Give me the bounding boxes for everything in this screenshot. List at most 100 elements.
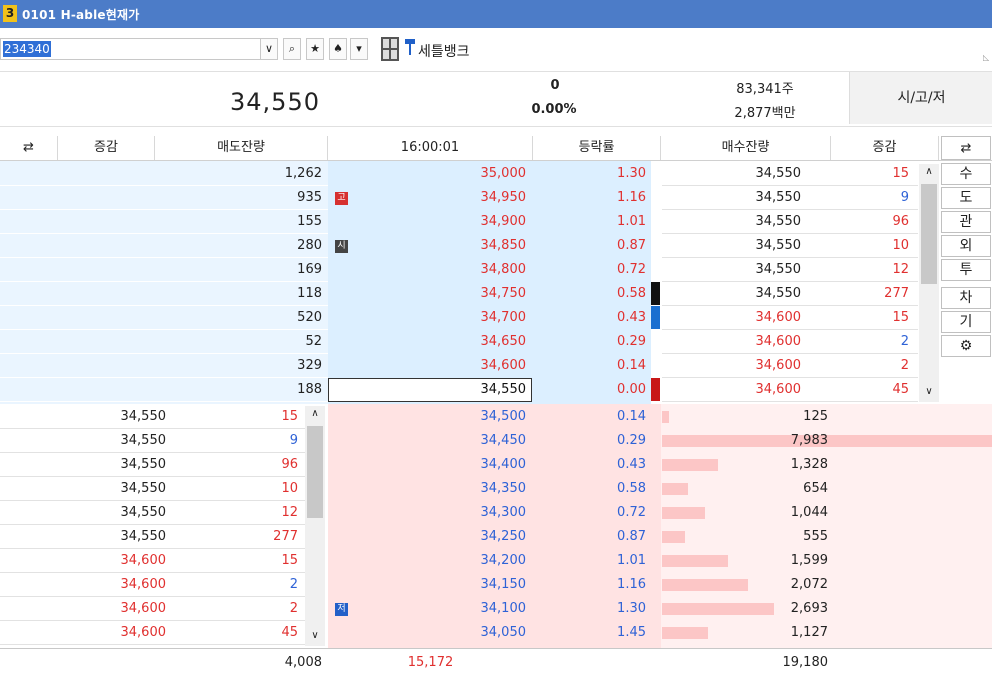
ask-price[interactable]: 34,750 bbox=[340, 282, 527, 306]
bid-qty: 1,599 bbox=[790, 553, 828, 568]
bid-qty: 2,693 bbox=[790, 601, 828, 616]
bid-rate: 1.45 bbox=[617, 625, 646, 640]
ask-price[interactable]: 34,600 bbox=[340, 354, 527, 378]
bid-price[interactable]: 34,150 bbox=[340, 573, 527, 597]
side-button-foreign[interactable]: 외 bbox=[941, 235, 991, 257]
header-ask-qty: 매도잔량 bbox=[155, 136, 328, 160]
refresh-right-icon[interactable]: ⇄ bbox=[941, 136, 991, 160]
scroll-thumb[interactable] bbox=[921, 184, 937, 284]
ask-price[interactable]: 34,900 bbox=[340, 210, 527, 234]
pin-icon[interactable] bbox=[405, 39, 415, 59]
trade-price: 34,600 bbox=[755, 334, 802, 349]
header-right-change: 증감 bbox=[831, 136, 939, 160]
ask-qty: 188 bbox=[297, 382, 322, 397]
ask-price[interactable]: 34,850 bbox=[340, 234, 527, 258]
ask-price[interactable]: 35,000 bbox=[340, 162, 527, 186]
price-change-rate: 0.00% bbox=[531, 102, 577, 117]
ask-total: 4,008 bbox=[284, 655, 322, 670]
header-time: 16:00:01 bbox=[328, 136, 533, 160]
bid-price[interactable]: 34,300 bbox=[340, 501, 527, 525]
side-button-investor[interactable]: 투 bbox=[941, 259, 991, 281]
bid-qty: 555 bbox=[803, 529, 828, 544]
ask-price[interactable]: 34,800 bbox=[340, 258, 527, 282]
trade-price: 34,550 bbox=[755, 286, 802, 301]
open-high-low-button[interactable]: 시/고/저 bbox=[849, 72, 992, 124]
bid-price[interactable]: 34,100 bbox=[340, 597, 527, 621]
qty-difference: 15,172 bbox=[407, 655, 454, 670]
ask-qty: 520 bbox=[297, 310, 322, 325]
ask-qty: 169 bbox=[297, 262, 322, 277]
ask-rate: 0.14 bbox=[617, 358, 646, 373]
ask-qty: 1,262 bbox=[284, 166, 322, 181]
ask-rate: 0.00 bbox=[617, 382, 646, 397]
bid-price[interactable]: 34,050 bbox=[340, 621, 527, 645]
trade-volume: 83,341주 bbox=[736, 82, 794, 97]
bid-qty: 2,072 bbox=[790, 577, 828, 592]
stock-code-input[interactable]: 234340 bbox=[0, 38, 278, 60]
bid-qty: 7,983 bbox=[790, 433, 828, 448]
trade-price: 34,550 bbox=[120, 457, 167, 472]
bid-qty: 125 bbox=[803, 409, 828, 424]
side-button-sell[interactable]: 수 bbox=[941, 163, 991, 185]
bid-price[interactable]: 34,200 bbox=[340, 549, 527, 573]
trades-left-scrollbar[interactable]: ∧ ∨ bbox=[305, 406, 325, 646]
trade-qty: 15 bbox=[892, 166, 909, 181]
favorite-star-icon[interactable]: ★ bbox=[306, 38, 324, 60]
bid-rate: 0.72 bbox=[617, 505, 646, 520]
trade-qty: 96 bbox=[281, 457, 298, 472]
bid-price[interactable]: 34,350 bbox=[340, 477, 527, 501]
side-button-chart[interactable]: 차 bbox=[941, 287, 991, 309]
stock-name: 세틀뱅크 bbox=[418, 44, 470, 60]
trade-qty: 15 bbox=[281, 553, 298, 568]
bid-total: 19,180 bbox=[782, 655, 829, 670]
menu-dropdown-button[interactable]: ▾ bbox=[350, 38, 368, 60]
ask-rate: 1.30 bbox=[617, 166, 646, 181]
bid-price[interactable]: 34,400 bbox=[340, 453, 527, 477]
ask-price[interactable]: 34,650 bbox=[340, 330, 527, 354]
side-button-other[interactable]: 기 bbox=[941, 311, 991, 333]
toolbar: 234340 ∨ ⌕ ★ ♠ ▾ 세틀뱅크 ◺ bbox=[0, 35, 992, 65]
trade-price: 34,550 bbox=[120, 409, 167, 424]
trade-qty: 9 bbox=[289, 433, 298, 448]
trade-qty: 277 bbox=[273, 529, 298, 544]
trade-price: 34,550 bbox=[755, 214, 802, 229]
scroll-up-icon[interactable]: ∧ bbox=[305, 408, 325, 419]
stock-code-text: 234340 bbox=[3, 41, 51, 57]
trade-price: 34,550 bbox=[755, 262, 802, 277]
trade-qty: 12 bbox=[892, 262, 909, 277]
bid-rate: 1.30 bbox=[617, 601, 646, 616]
trades-right-scrollbar[interactable]: ∧ ∨ bbox=[919, 164, 939, 402]
ask-price[interactable]: 34,700 bbox=[340, 306, 527, 330]
ask-rate: 1.16 bbox=[617, 190, 646, 205]
search-icon[interactable]: ⌕ bbox=[283, 38, 301, 60]
trade-qty: 2 bbox=[900, 334, 909, 349]
trade-qty: 10 bbox=[892, 238, 909, 253]
bid-price[interactable]: 34,250 bbox=[340, 525, 527, 549]
marker-bar-black bbox=[651, 282, 660, 305]
bid-qty: 1,328 bbox=[790, 457, 828, 472]
price-marker-badge: 시 bbox=[335, 240, 348, 253]
bid-qty: 1,127 bbox=[790, 625, 828, 640]
bid-price[interactable]: 34,450 bbox=[340, 429, 527, 453]
scroll-up-icon[interactable]: ∧ bbox=[919, 166, 939, 177]
settings-gear-icon[interactable]: ⚙ bbox=[941, 335, 991, 357]
refresh-left-icon[interactable]: ⇄ bbox=[0, 136, 58, 160]
side-button-buy-label[interactable]: 도 bbox=[941, 187, 991, 209]
trade-price: 34,550 bbox=[755, 166, 802, 181]
scroll-down-icon[interactable]: ∨ bbox=[919, 386, 939, 397]
code-dropdown-button[interactable]: ∨ bbox=[260, 38, 278, 60]
side-button-institution[interactable]: 관 bbox=[941, 211, 991, 233]
scroll-down-icon[interactable]: ∨ bbox=[305, 630, 325, 641]
window-number: 3 bbox=[3, 5, 17, 22]
bid-price[interactable]: 34,500 bbox=[340, 405, 527, 429]
bid-rate: 1.16 bbox=[617, 577, 646, 592]
ask-qty: 280 bbox=[297, 238, 322, 253]
bid-rate: 0.14 bbox=[617, 409, 646, 424]
spade-icon[interactable]: ♠ bbox=[329, 38, 347, 60]
window-titlebar: 3 0101 H-able현재가 bbox=[0, 0, 992, 28]
trade-price: 34,550 bbox=[120, 505, 167, 520]
trade-qty: 12 bbox=[281, 505, 298, 520]
scroll-thumb[interactable] bbox=[307, 426, 323, 518]
ask-price[interactable]: 34,950 bbox=[340, 186, 527, 210]
trade-price: 34,600 bbox=[120, 553, 167, 568]
